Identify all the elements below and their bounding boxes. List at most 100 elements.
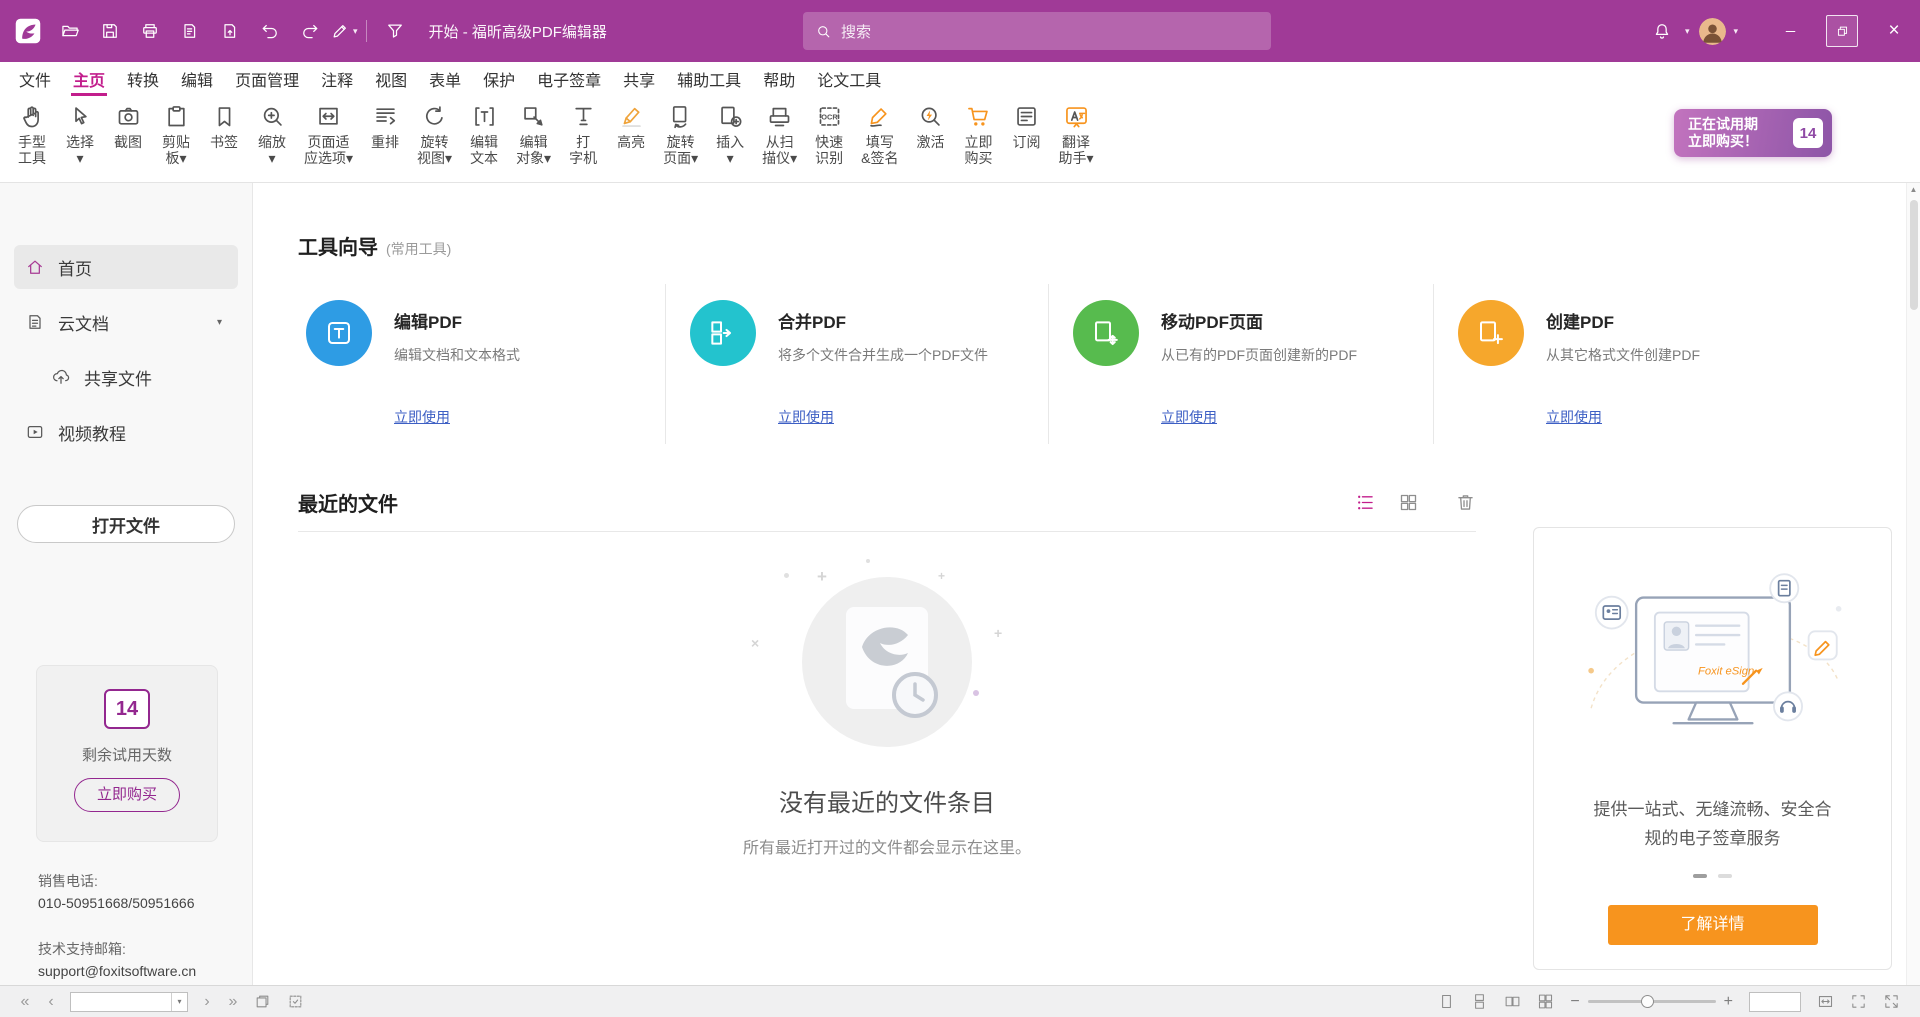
search-box[interactable]: 搜索 (803, 12, 1271, 50)
ribbon-tool-rotate-view[interactable]: 旋转视图▾ (409, 103, 460, 166)
ribbon-tool-clipboard[interactable]: 剪贴板▾ (152, 103, 200, 166)
fit-width-icon[interactable] (1817, 993, 1834, 1010)
select-snapshot-icon[interactable] (254, 993, 271, 1010)
minimize-button[interactable] (1764, 0, 1816, 62)
carousel-dot-2[interactable] (1718, 874, 1732, 878)
ribbon-tool-cart[interactable]: 立即购买 (955, 103, 1003, 166)
marquee-snapshot-icon[interactable] (287, 993, 304, 1010)
zoom-level-field[interactable] (1750, 993, 1800, 1011)
menu-tab-14[interactable]: 论文工具 (806, 62, 892, 96)
use-now-link[interactable]: 立即使用 (1161, 407, 1357, 427)
continuous-view-icon[interactable] (1471, 993, 1488, 1010)
ribbon-tool-zoom[interactable]: 缩放▾ (248, 103, 296, 166)
menu-tab-10[interactable]: 电子签章 (526, 62, 612, 96)
vertical-scrollbar[interactable]: ▲ (1906, 183, 1920, 985)
page-number-field[interactable] (71, 993, 171, 1011)
ribbon-tool-fit-options[interactable]: 页面适应选项▾ (296, 103, 361, 166)
zoom-in-button[interactable]: + (1724, 993, 1733, 1011)
last-page-button[interactable]: » (220, 993, 246, 1011)
menu-tab-11[interactable]: 共享 (612, 62, 666, 96)
ribbon-tool-select-tool[interactable]: 选择▾ (56, 103, 104, 166)
ribbon-tool-highlight[interactable]: 高亮 (607, 103, 655, 150)
menu-tab-5[interactable]: 页面管理 (224, 62, 310, 96)
open-file-icon[interactable] (60, 21, 80, 41)
sidebar-item-home[interactable]: 首页 (14, 245, 238, 289)
chevron-down-icon[interactable]: ▾ (1685, 26, 1690, 37)
zoom-slider-handle[interactable] (1641, 995, 1654, 1008)
print-icon[interactable] (140, 21, 160, 41)
convert-pdf-icon[interactable] (220, 21, 240, 41)
menu-tab-3[interactable]: 转换 (116, 62, 170, 96)
ribbon-tool-edit-text[interactable]: 编辑文本 (460, 103, 508, 166)
learn-more-button[interactable]: 了解详情 (1608, 905, 1818, 945)
sidebar-item-cloud-doc[interactable]: 云文档▾ (14, 300, 238, 344)
use-now-link[interactable]: 立即使用 (1546, 407, 1700, 427)
ribbon-tool-rotate-page[interactable]: 旋转页面▾ (655, 103, 706, 166)
fullscreen-icon[interactable] (1883, 993, 1900, 1010)
redo-icon[interactable] (300, 21, 320, 41)
fit-page-icon[interactable] (1850, 993, 1867, 1010)
ribbon-tool-edit-object[interactable]: 编辑对象▾ (508, 103, 559, 166)
esign-quick-tool[interactable]: ▾ (330, 21, 358, 41)
ribbon-tool-bookmark[interactable]: 书签 (200, 103, 248, 150)
menu-tab-8[interactable]: 表单 (418, 62, 472, 96)
scrollbar-thumb[interactable] (1910, 200, 1918, 310)
export-pdf-icon[interactable] (180, 21, 200, 41)
sidebar-item-video-tutorial[interactable]: 视频教程 (14, 410, 238, 454)
single-page-view-icon[interactable] (1438, 993, 1455, 1010)
facing-view-icon[interactable] (1504, 993, 1521, 1010)
undo-icon[interactable] (260, 21, 280, 41)
tool-card-create-pdf[interactable]: 创建PDF从其它格式文件创建PDF立即使用 (1433, 284, 1875, 444)
user-avatar[interactable] (1699, 18, 1726, 45)
menu-tab-1[interactable]: 文件 (8, 62, 62, 96)
menu-tab-13[interactable]: 帮助 (752, 62, 806, 96)
previous-page-button[interactable]: ‹ (38, 993, 64, 1011)
ribbon-tool-activate[interactable]: 激活 (907, 103, 955, 150)
notifications-bell-icon[interactable] (1652, 21, 1672, 41)
buy-now-button[interactable]: 立即购买 (74, 778, 180, 812)
ribbon-tool-fill-sign[interactable]: 填写&签名 (853, 103, 906, 166)
trial-badge[interactable]: 正在试用期 立即购买！ 14 (1674, 109, 1832, 157)
zoom-out-button[interactable]: − (1570, 993, 1579, 1011)
ribbon-tool-hand-tool[interactable]: 手型工具 (8, 103, 56, 166)
close-button[interactable]: × (1868, 0, 1920, 62)
carousel-dot-1[interactable] (1693, 874, 1707, 878)
facing-continuous-view-icon[interactable] (1537, 993, 1554, 1010)
menu-tab-7[interactable]: 视图 (364, 62, 418, 96)
account-menu-chevron-icon[interactable]: ▾ (1733, 26, 1738, 37)
customize-toolbar-icon[interactable] (385, 21, 405, 41)
ribbon-tool-screenshot[interactable]: 截图 (104, 103, 152, 150)
ribbon-tool-typewriter[interactable]: 打字机 (559, 103, 607, 166)
restore-button[interactable] (1816, 0, 1868, 62)
next-page-button[interactable]: › (194, 993, 220, 1011)
zoom-slider[interactable] (1588, 1000, 1716, 1003)
page-number-box[interactable]: ▾ (70, 992, 188, 1012)
use-now-link[interactable]: 立即使用 (778, 407, 988, 427)
ribbon-tool-translate[interactable]: 翻译助手▾ (1051, 103, 1102, 166)
ribbon-tool-insert-page[interactable]: 插入▾ (706, 103, 754, 166)
clear-recent-icon[interactable] (1455, 492, 1476, 513)
save-icon[interactable] (100, 21, 120, 41)
open-file-button[interactable]: 打开文件 (17, 505, 235, 543)
ribbon-tool-scanner[interactable]: 从扫描仪▾ (754, 103, 805, 166)
first-page-button[interactable]: « (12, 993, 38, 1011)
ribbon-tool-ocr[interactable]: OCR快速识别 (805, 103, 853, 166)
menu-tab-12[interactable]: 辅助工具 (666, 62, 752, 96)
menu-tab-6[interactable]: 注释 (310, 62, 364, 96)
menu-tab-4[interactable]: 编辑 (170, 62, 224, 96)
menu-tab-2[interactable]: 主页 (62, 62, 116, 96)
support-email-link[interactable]: support@foxitsoftware.cn (38, 960, 252, 982)
menu-tab-9[interactable]: 保护 (472, 62, 526, 96)
tool-card-move-pdf[interactable]: 移动PDF页面从已有的PDF页面创建新的PDF立即使用 (1048, 284, 1433, 444)
sidebar-item-shared-file[interactable]: 共享文件 (14, 355, 238, 399)
list-view-icon[interactable] (1355, 492, 1376, 513)
expand-chevron-icon[interactable]: ▾ (217, 317, 222, 328)
zoom-level-box[interactable] (1749, 992, 1801, 1012)
page-dropdown-icon[interactable]: ▾ (171, 993, 187, 1011)
ribbon-tool-reflow[interactable]: 重排 (361, 103, 409, 150)
tool-card-edit-pdf[interactable]: 编辑PDF编辑文档和文本格式立即使用 (298, 284, 665, 444)
scroll-up-icon[interactable]: ▲ (1907, 185, 1920, 194)
ribbon-tool-subscribe[interactable]: 订阅 (1003, 103, 1051, 150)
tool-card-merge-pdf[interactable]: 合并PDF将多个文件合并生成一个PDF文件立即使用 (665, 284, 1048, 444)
grid-view-icon[interactable] (1398, 492, 1419, 513)
